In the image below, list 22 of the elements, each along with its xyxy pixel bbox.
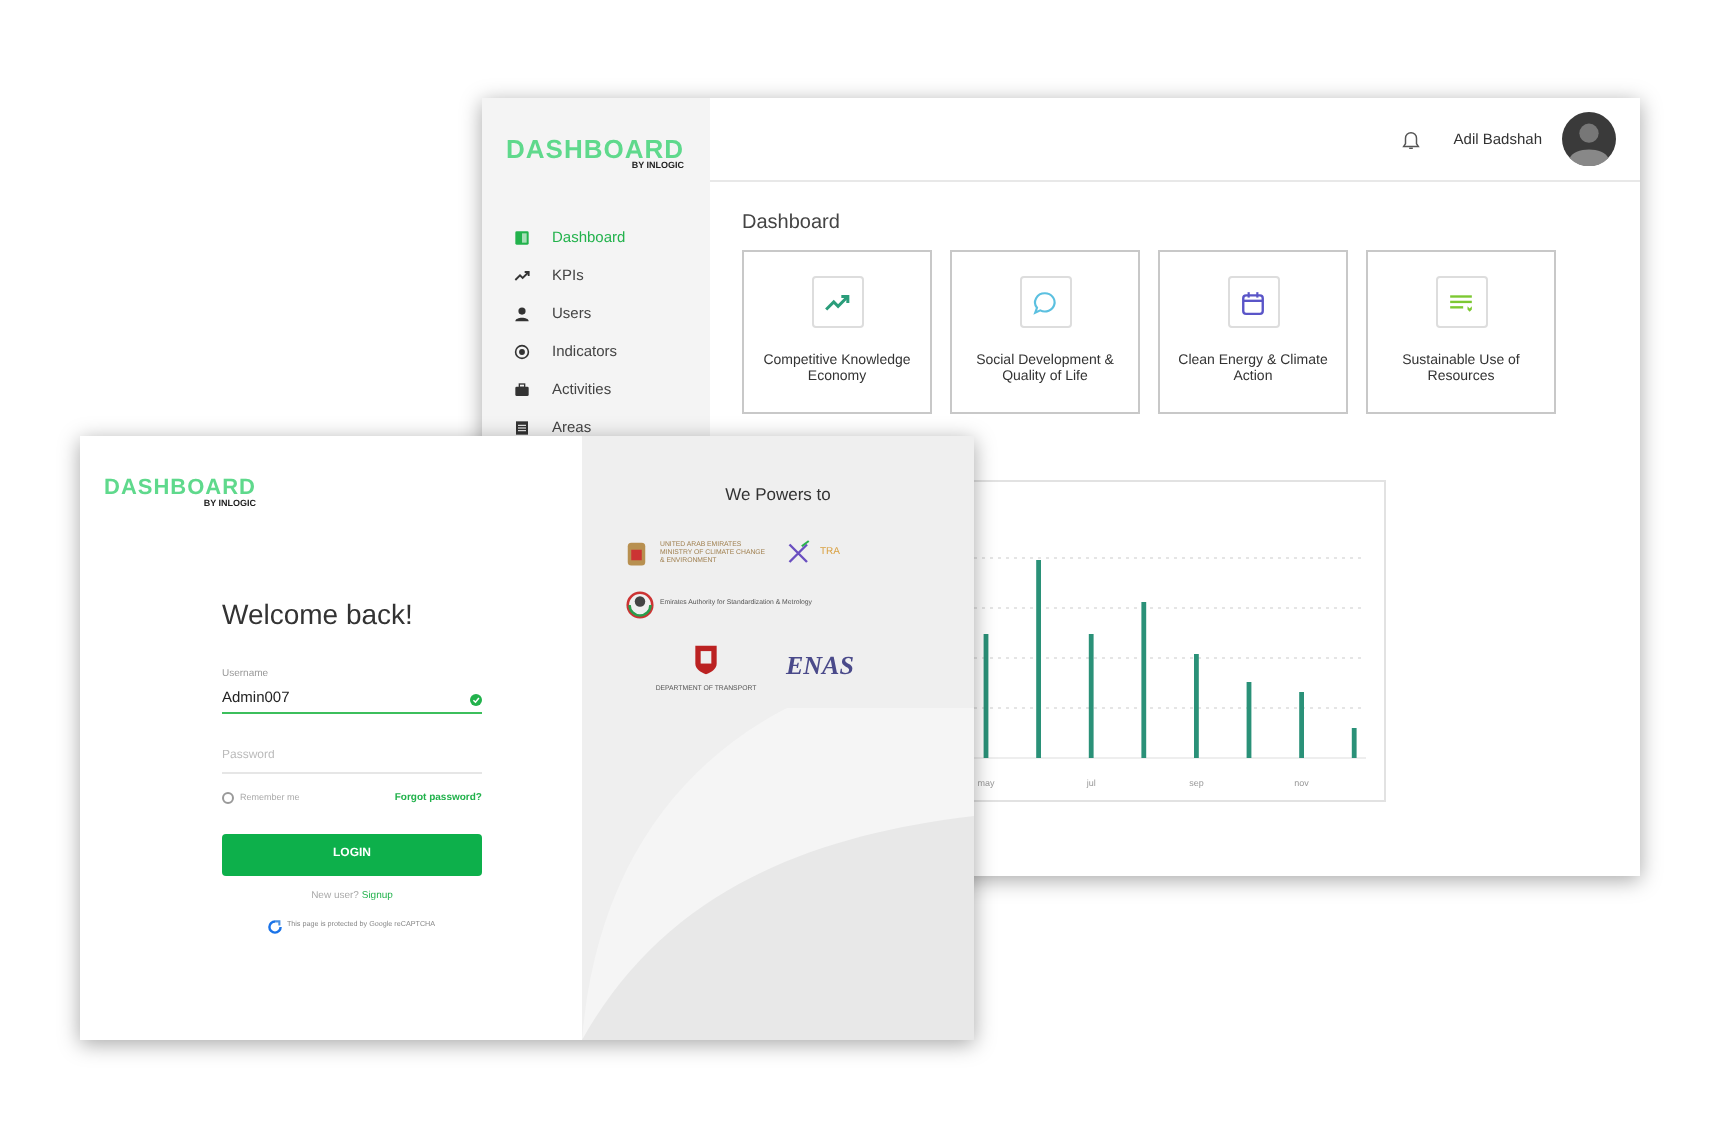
logo-title: DASHBOARD: [506, 136, 684, 162]
briefcase-icon: [514, 382, 530, 398]
bar: [1299, 692, 1304, 758]
bell-icon: [1399, 127, 1422, 151]
bar: [1351, 728, 1357, 758]
user-icon: [514, 306, 530, 322]
bar: [1246, 682, 1252, 758]
avatar: [1562, 112, 1616, 166]
welcome-heading: Welcome back!: [222, 596, 415, 634]
logo-title: DASHBOARD: [104, 478, 256, 500]
trend-icon: [514, 268, 530, 284]
bar: [1194, 654, 1199, 758]
partners-title: We Powers to: [723, 482, 833, 508]
book-icon: [514, 230, 530, 246]
bar: [983, 634, 989, 758]
recaptcha-icon: [268, 919, 283, 933]
target-icon: [514, 344, 530, 360]
remember-radio[interactable]: [222, 792, 234, 805]
bar: [1088, 634, 1094, 758]
partner-logo: ENAS: [786, 647, 856, 684]
page-title: Dashboard: [742, 210, 842, 238]
emblem-icon: [626, 589, 654, 620]
